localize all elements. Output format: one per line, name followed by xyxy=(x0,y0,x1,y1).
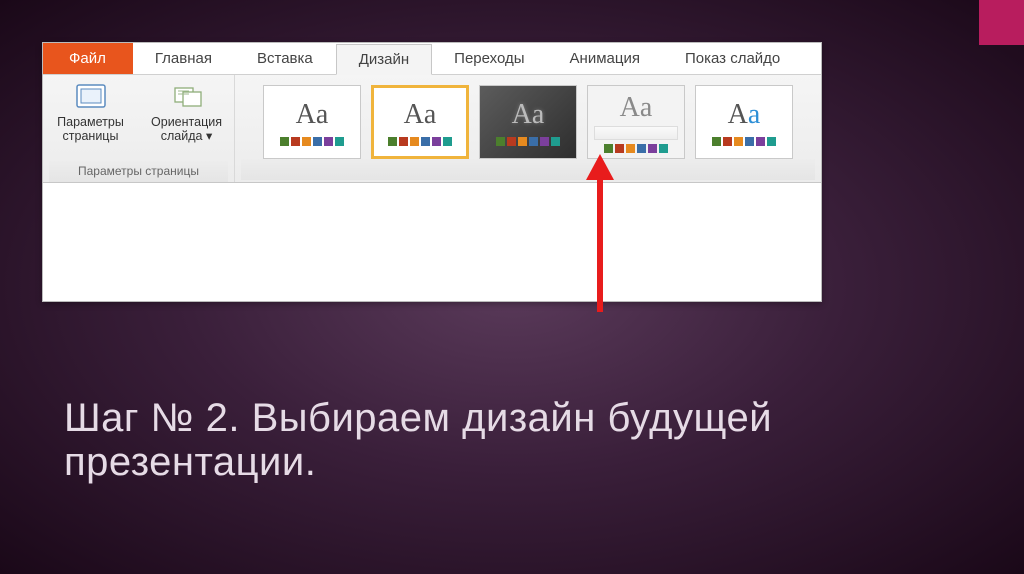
theme-stripbar xyxy=(594,126,678,140)
tab-animation[interactable]: Анимация xyxy=(548,43,663,74)
slide-orientation-button[interactable]: Ориентация слайда ▾ xyxy=(143,79,231,144)
theme-thumb-3[interactable]: Aa xyxy=(479,85,577,159)
theme-swatches xyxy=(388,137,452,146)
tab-home[interactable]: Главная xyxy=(133,43,235,74)
theme-swatches xyxy=(712,137,776,146)
page-params-icon xyxy=(73,81,109,113)
theme-thumb-text: Aa xyxy=(728,99,761,131)
accent-stripe xyxy=(979,0,1024,45)
themes-row: Aa Aa Aa xyxy=(255,79,801,159)
group-label-themes xyxy=(241,159,815,180)
theme-thumb-4[interactable]: Aa xyxy=(587,85,685,159)
group-label-page-setup: Параметры страницы xyxy=(49,161,228,182)
page-params-button[interactable]: Параметры страницы xyxy=(47,79,135,144)
ribbon-screenshot: Файл Главная Вставка Дизайн Переходы Ани… xyxy=(42,42,822,302)
tab-slideshow[interactable]: Показ слайдо xyxy=(663,43,803,74)
theme-thumb-5[interactable]: Aa xyxy=(695,85,793,159)
theme-thumb-text: Aa xyxy=(620,92,653,124)
theme-thumb-1[interactable]: Aa xyxy=(263,85,361,159)
theme-thumb-text: Aa xyxy=(404,99,437,131)
theme-swatches xyxy=(280,137,344,146)
chevron-down-icon: ▾ xyxy=(206,129,212,143)
ribbon-body: Параметры страницы Ориентация слайда ▾ П… xyxy=(43,75,821,183)
theme-swatches xyxy=(496,137,560,146)
page-params-label: Параметры страницы xyxy=(57,115,124,144)
slide-orientation-icon xyxy=(169,81,205,113)
theme-swatches xyxy=(604,144,668,153)
theme-thumb-2-selected[interactable]: Aa xyxy=(371,85,469,159)
slide-orientation-label: Ориентация слайда ▾ xyxy=(151,115,222,144)
tab-design[interactable]: Дизайн xyxy=(336,44,432,75)
group-themes: Aa Aa Aa xyxy=(235,75,821,182)
theme-thumb-text: Aa xyxy=(512,99,545,131)
slide-caption: Шаг № 2. Выбираем дизайн будущей презент… xyxy=(64,396,1024,484)
tab-insert[interactable]: Вставка xyxy=(235,43,336,74)
tab-file[interactable]: Файл xyxy=(43,43,133,74)
tab-transitions[interactable]: Переходы xyxy=(432,43,547,74)
ribbon-tabs: Файл Главная Вставка Дизайн Переходы Ани… xyxy=(43,43,821,75)
theme-thumb-text: Aa xyxy=(296,99,329,131)
group-page-setup: Параметры страницы Ориентация слайда ▾ П… xyxy=(43,75,235,182)
